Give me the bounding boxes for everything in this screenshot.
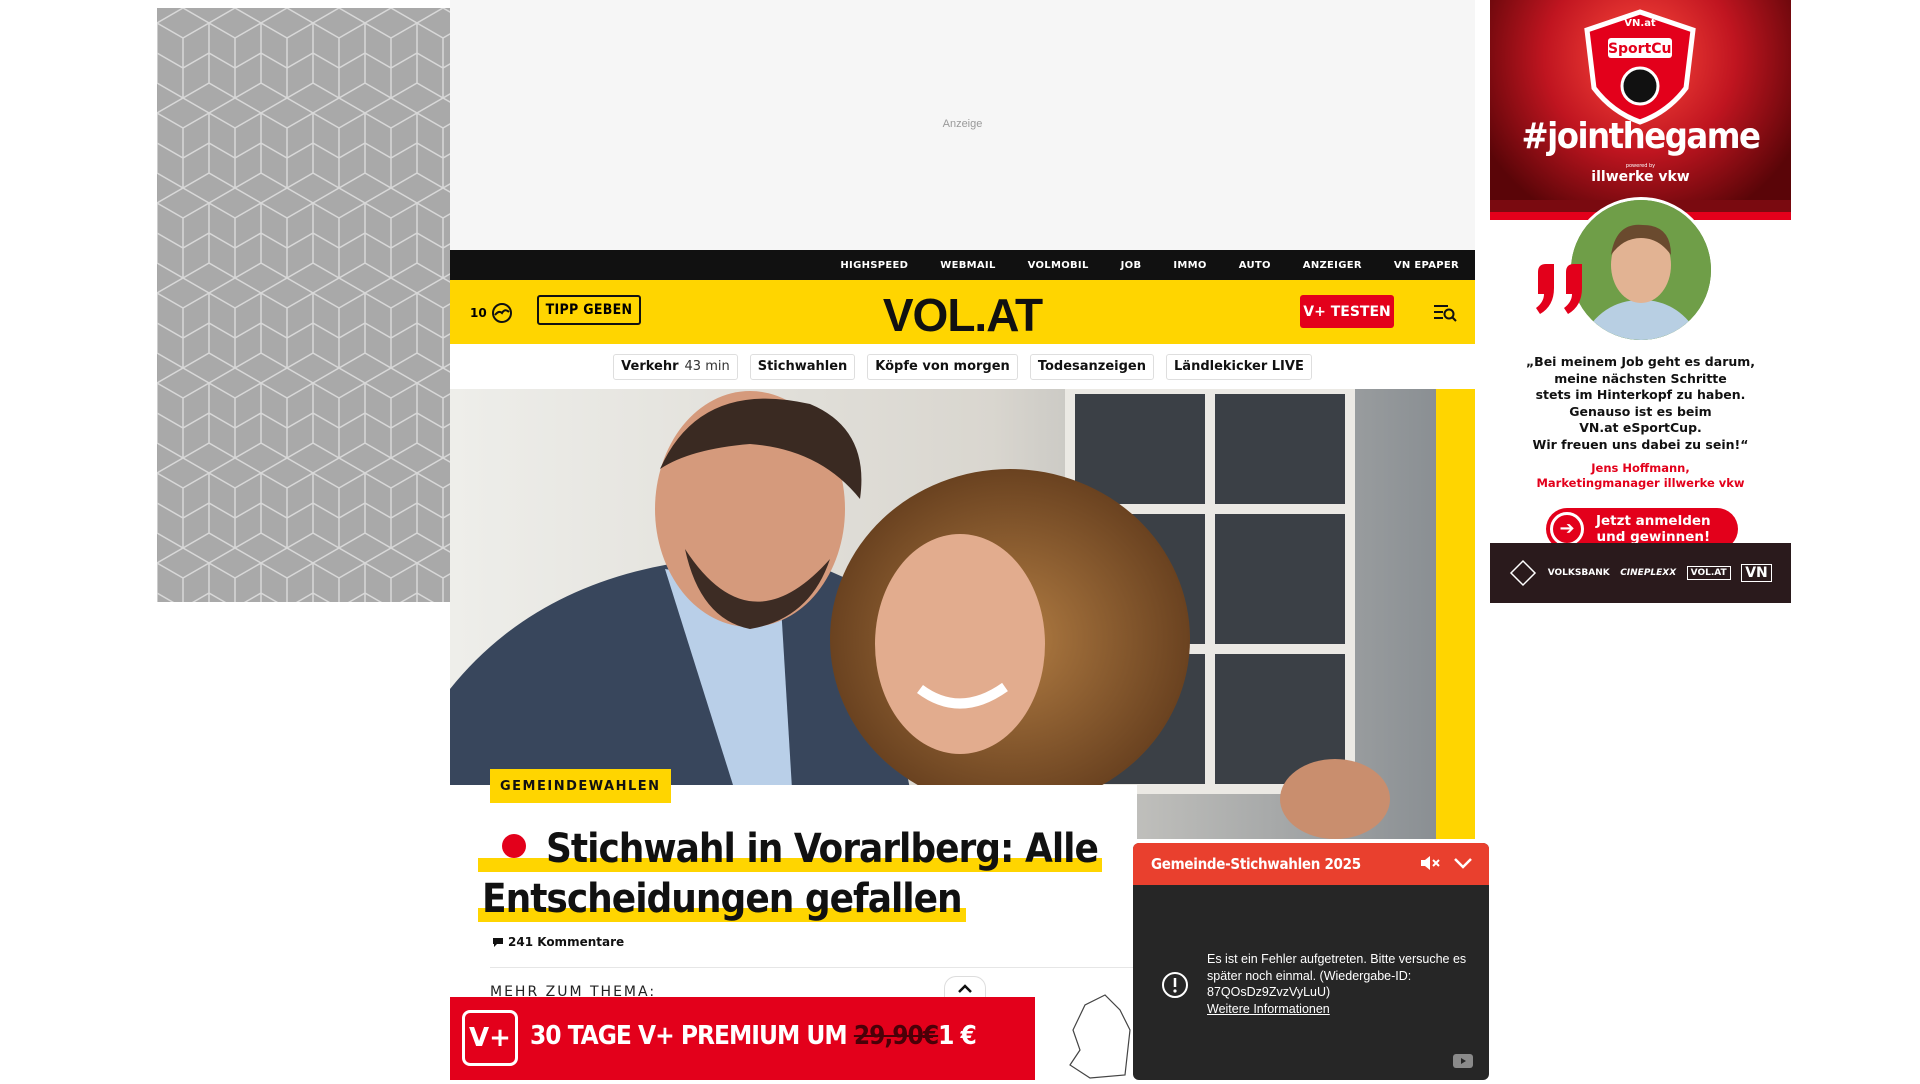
ad-label: Anzeige	[942, 118, 983, 130]
topnav-item-highspeed[interactable]: HIGHSPEED	[840, 260, 908, 271]
chip-label: Verkehr	[621, 359, 679, 374]
ad-hero-area: eSportCup VN.at #jointhegame powered by …	[1490, 0, 1791, 212]
topic-chips: Verkehr 43 min Stichwahlen Köpfe von morg…	[450, 344, 1475, 389]
register-label: Jetzt anmelden und gewinnen!	[1596, 513, 1711, 545]
topnav-item-vn-epaper[interactable]: VN EPAPER	[1394, 260, 1459, 271]
chip-sub: 43 min	[684, 359, 730, 374]
quote-line: stets im Hinterkopf zu haben.	[1535, 387, 1746, 402]
sponsor-crest-icon	[1510, 559, 1537, 587]
youtube-icon[interactable]	[1453, 1054, 1473, 1068]
arrow-right-icon: ➔	[1550, 512, 1584, 546]
top-ad-slot: Anzeige	[450, 0, 1475, 250]
site-header: 10 TIPP GEBEN VOL.AT V+ TESTEN	[450, 280, 1475, 344]
live-dot-icon	[502, 834, 526, 858]
video-title: Gemeinde-Stichwahlen 2025	[1151, 855, 1361, 873]
chip-label: Ländlekicker LIVE	[1174, 359, 1304, 374]
chip-verkehr[interactable]: Verkehr 43 min	[613, 353, 738, 380]
chip-koepfe-von-morgen[interactable]: Köpfe von morgen	[867, 353, 1018, 380]
topnav-item-volmobil[interactable]: VOLMOBIL	[1028, 260, 1089, 271]
sponsor-strip: VOLKSBANK CINEPLEXX VOL.AT VN	[1490, 543, 1791, 603]
chip-laendlekicker-live[interactable]: Ländlekicker LIVE	[1166, 353, 1312, 380]
cta-line-1: Jetzt anmelden	[1596, 513, 1711, 529]
comment-icon	[493, 937, 503, 947]
sponsor-volat: VOL.AT	[1686, 566, 1731, 580]
video-player-widget[interactable]: Gemeinde-Stichwahlen 2025 Es ist ein Feh…	[1133, 843, 1489, 1080]
divider	[490, 967, 1138, 968]
chip-label: Köpfe von morgen	[875, 359, 1010, 374]
author-role: Marketingmanager illwerke vkw	[1536, 476, 1745, 490]
chip-label: Stichwahlen	[757, 359, 848, 374]
ad-hashtag: #jointhegame	[1521, 116, 1761, 157]
topnav-item-job[interactable]: JOB	[1121, 260, 1142, 271]
category-label[interactable]: GEMEINDEWAHLEN	[490, 769, 671, 803]
esportcup-badge-icon: eSportCup VN.at	[1584, 9, 1696, 125]
error-icon	[1162, 972, 1188, 998]
topnav-item-auto[interactable]: AUTO	[1239, 260, 1271, 271]
quote-line: VN.at eSportCup.	[1579, 420, 1702, 435]
comments-link[interactable]: 241 Kommentare	[492, 935, 624, 949]
headline-line-2: Entscheidungen gefallen	[482, 876, 963, 922]
chevron-up-icon	[958, 984, 972, 993]
article-headline[interactable]: Stichwahl in Vorarlberg: Alle Entscheidu…	[478, 824, 1138, 924]
chevron-down-icon[interactable]	[1453, 856, 1473, 870]
author-name: Jens Hoffmann,	[1591, 461, 1690, 475]
powered-by-text: illwerke vkw	[1591, 169, 1690, 185]
brand-text: VN.at	[1624, 18, 1656, 29]
ad-powered-by: powered by illwerke vkw	[1490, 163, 1791, 185]
chip-label: Todesanzeigen	[1037, 359, 1147, 374]
topnav-item-immo[interactable]: IMMO	[1173, 260, 1206, 271]
sponsor-volksbank: VOLKSBANK	[1547, 568, 1610, 578]
chip-stichwahlen[interactable]: Stichwahlen	[749, 353, 856, 380]
sponsor-vn: VN	[1741, 564, 1772, 582]
video-error-message: Es ist ein Fehler aufgetreten. Bitte ver…	[1207, 951, 1477, 1017]
video-controls	[1419, 855, 1473, 871]
ad-quote: „Bei meinem Job geht es darum, meine näc…	[1490, 354, 1791, 453]
menu-search-icon[interactable]	[1432, 302, 1458, 322]
headline-line-1: Stichwahl in Vorarlberg: Alle	[546, 826, 1099, 872]
error-text: Es ist ein Fehler aufgetreten. Bitte ver…	[1207, 952, 1467, 999]
quote-line: „Bei meinem Job geht es darum,	[1525, 354, 1756, 369]
topnav-item-anzeiger[interactable]: ANZEIGER	[1303, 260, 1362, 271]
quote-author: Jens Hoffmann, Marketingmanager illwerke…	[1490, 461, 1791, 491]
vplus-testen-button[interactable]: V+ TESTEN	[1300, 295, 1394, 328]
sponsor-cineplexx: CINEPLEXX	[1620, 568, 1677, 578]
mute-icon[interactable]	[1419, 855, 1441, 871]
esportcup-text: eSportCup	[1598, 41, 1681, 57]
quote-line: Wir freuen uns dabei zu sein!“	[1532, 436, 1749, 452]
premium-promo-banner[interactable]: V+ 30 TAGE V+ PREMIUM UM 29,90€1 €	[450, 997, 1120, 1080]
right-skyscraper-ad[interactable]: eSportCup VN.at #jointhegame powered by …	[1490, 0, 1791, 603]
error-more-info-link[interactable]: Weitere Informationen	[1207, 1002, 1330, 1016]
comments-count: 241 Kommentare	[508, 935, 625, 949]
promo-text: 30 TAGE V+ PREMIUM UM 29,90€1 €	[530, 1021, 977, 1051]
cube-pattern	[157, 8, 450, 602]
map-outline-icon	[1069, 994, 1131, 1079]
top-service-nav: HIGHSPEED WEBMAIL VOLMOBIL JOB IMMO AUTO…	[450, 250, 1475, 280]
promo-new-price: 1 €	[938, 1021, 977, 1051]
quote-line: meine nächsten Schritte	[1554, 370, 1727, 386]
left-skin-ad[interactable]	[157, 8, 450, 602]
promo-text-main: 30 TAGE V+ PREMIUM UM	[530, 1021, 854, 1051]
quote-line: Genauso ist es beim	[1569, 403, 1712, 419]
topnav-item-webmail[interactable]: WEBMAIL	[940, 260, 995, 271]
map-teaser	[1035, 990, 1135, 1080]
hero-accent-bar	[1436, 389, 1475, 839]
promo-old-price: 29,90€	[853, 1021, 939, 1051]
quote-mark-icon	[1536, 264, 1582, 314]
vplus-badge: V+	[462, 1010, 518, 1066]
video-header: Gemeinde-Stichwahlen 2025	[1133, 843, 1489, 885]
portrait-illustration	[1571, 200, 1711, 340]
chip-todesanzeigen[interactable]: Todesanzeigen	[1029, 353, 1155, 380]
